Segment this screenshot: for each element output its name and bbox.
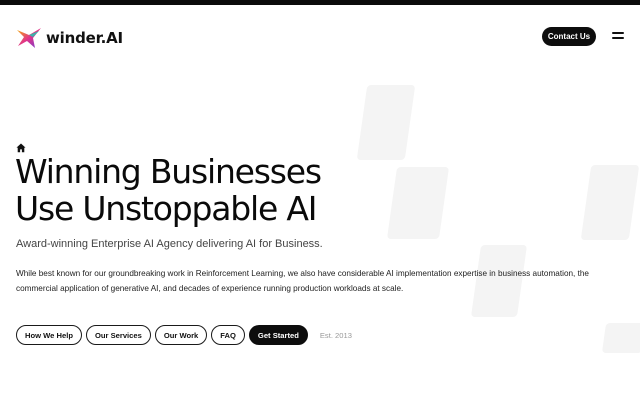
hero-description: While best known for our groundbreaking … <box>16 269 589 293</box>
hamburger-menu-icon[interactable] <box>612 31 624 41</box>
our-work-button[interactable]: Our Work <box>154 325 208 345</box>
hero-title: Winning Businesses Use Unstoppable AI <box>15 153 375 227</box>
hero-subtitle: Award-winning Enterprise AI Agency deliv… <box>16 238 323 250</box>
hero-title-line-1: Winning Businesses <box>15 152 322 191</box>
hero-actions: How We Help Our Services Our Work FAQ Ge… <box>16 325 352 345</box>
brand-logo[interactable]: winder.AI <box>15 24 123 52</box>
menu-line <box>612 37 624 39</box>
contact-us-button[interactable]: Contact Us <box>542 27 596 46</box>
site-header: winder.AI Contact Us <box>0 5 640 67</box>
hummingbird-logo-icon <box>17 28 41 48</box>
how-we-help-button[interactable]: How We Help <box>16 325 82 345</box>
faq-button[interactable]: FAQ <box>211 325 245 345</box>
hero-title-line-2: Use Unstoppable AI <box>15 189 317 228</box>
get-started-button[interactable]: Get Started <box>248 325 308 345</box>
page: winder.AI Contact Us Winning Businesses … <box>0 5 640 400</box>
background-tile <box>386 167 450 239</box>
background-tile <box>601 323 640 353</box>
our-services-button[interactable]: Our Services <box>85 325 151 345</box>
established-label: Est. 2013 <box>319 330 352 340</box>
menu-line <box>612 32 624 34</box>
background-tile <box>356 85 416 160</box>
background-tile <box>580 165 640 240</box>
brand-name: winder.AI <box>46 29 123 47</box>
